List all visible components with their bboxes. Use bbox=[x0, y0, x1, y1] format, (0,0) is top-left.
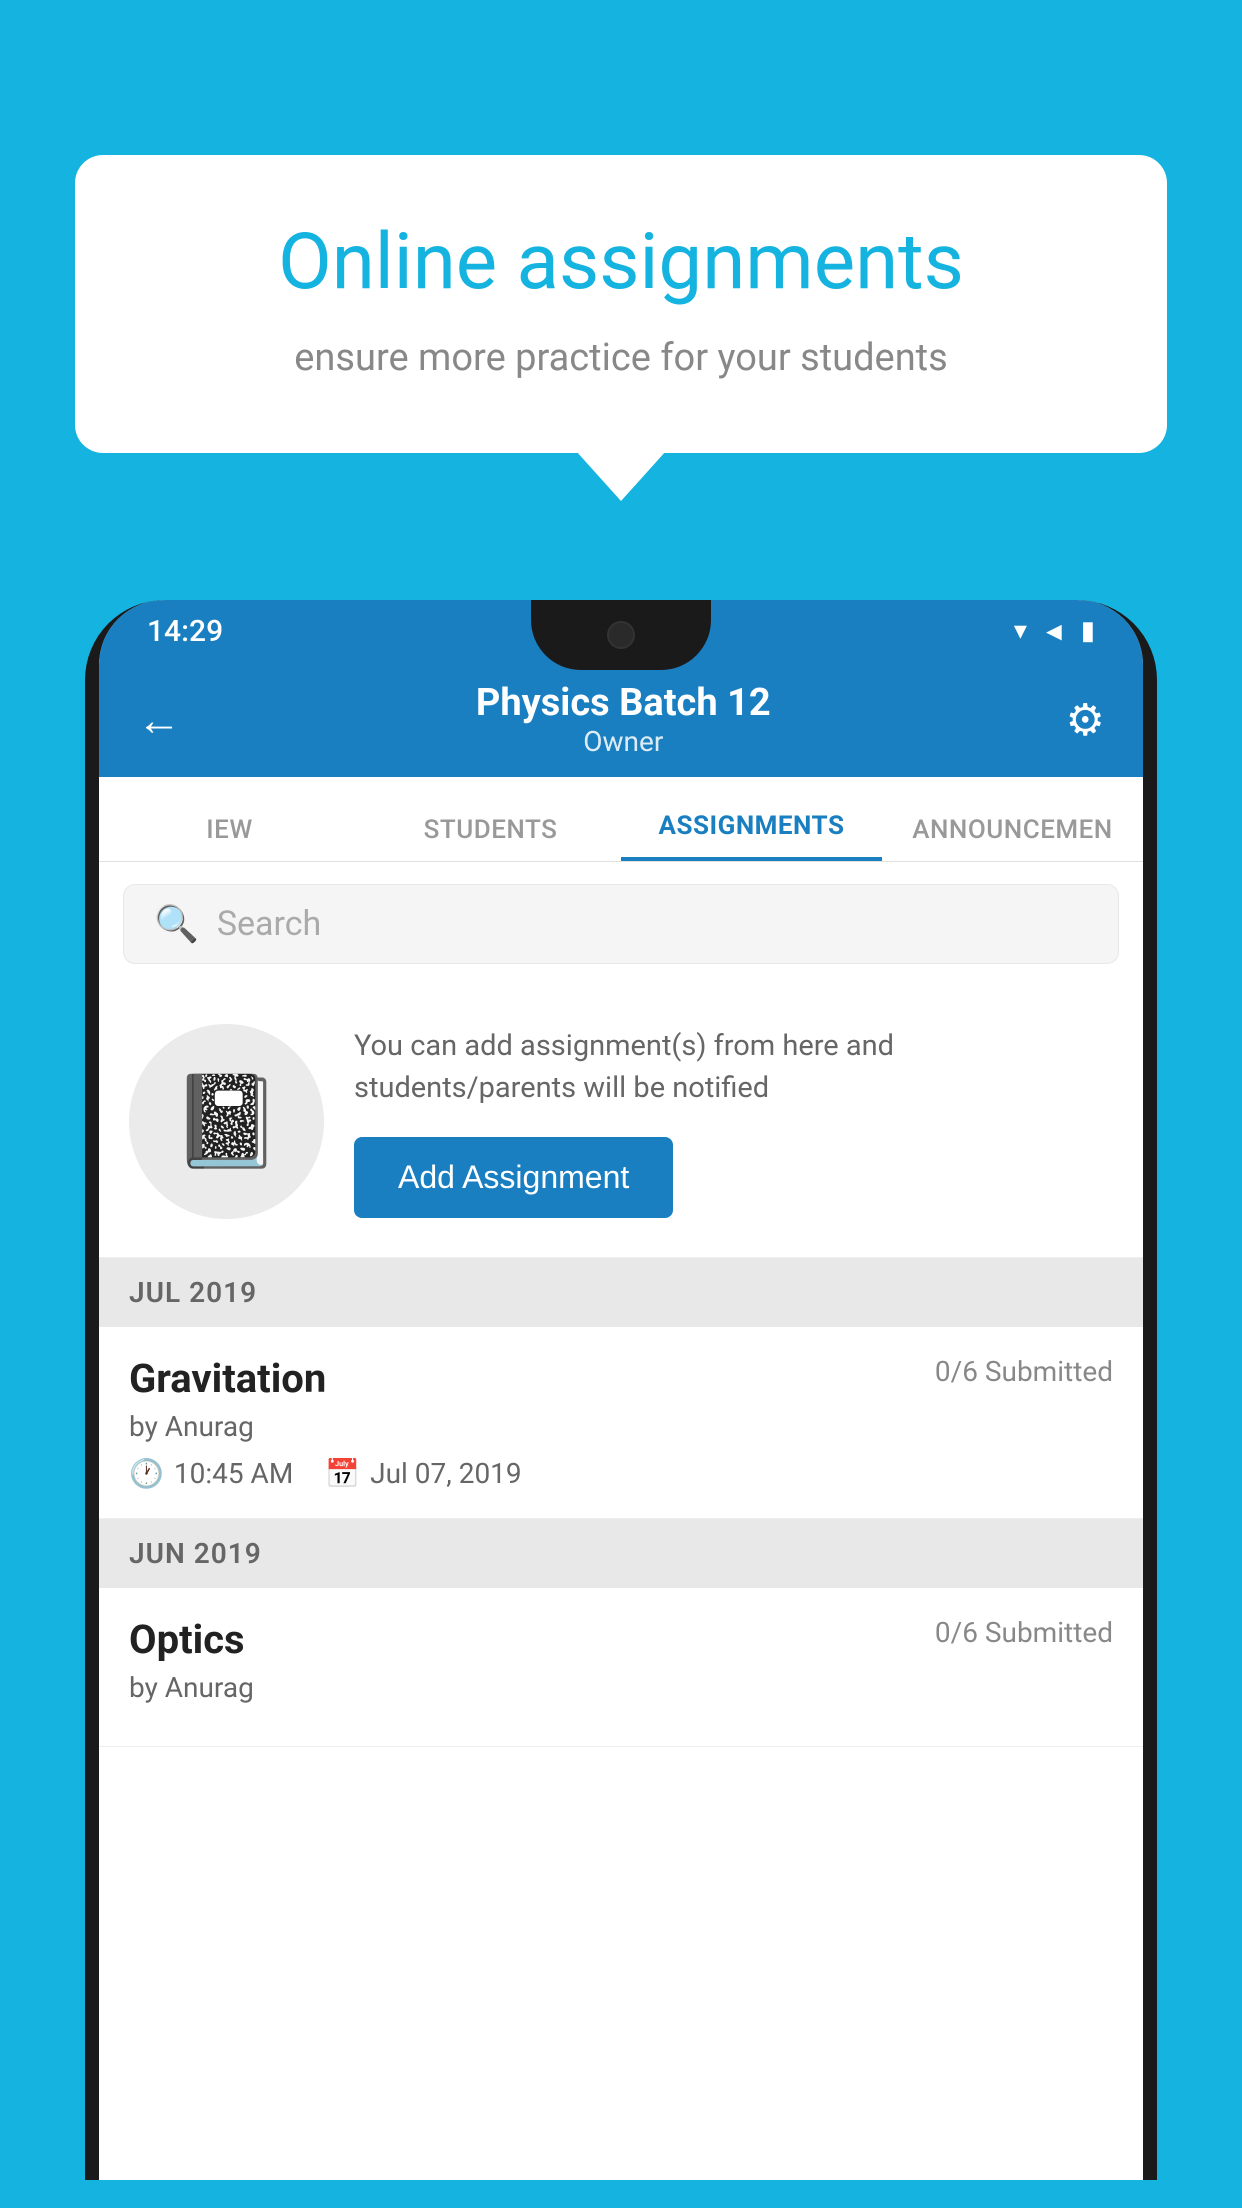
tab-announcements[interactable]: ANNOUNCEMEN bbox=[882, 777, 1143, 861]
section-month-jul: JUL 2019 bbox=[129, 1276, 257, 1309]
promo-text-block: You can add assignment(s) from here and … bbox=[354, 1025, 1113, 1218]
header-title: Physics Batch 12 bbox=[181, 681, 1066, 725]
assignment-title-gravitation: Gravitation bbox=[129, 1355, 326, 1402]
tab-iew[interactable]: IEW bbox=[99, 777, 360, 861]
speech-bubble-title: Online assignments bbox=[155, 220, 1087, 306]
search-bar[interactable]: 🔍 Search bbox=[123, 884, 1119, 964]
assignment-title-optics: Optics bbox=[129, 1616, 245, 1663]
assignment-author-optics: by Anurag bbox=[129, 1671, 1113, 1704]
search-bar-container: 🔍 Search bbox=[99, 862, 1143, 986]
speech-bubble-container: Online assignments ensure more practice … bbox=[75, 155, 1167, 453]
assignment-submitted-gravitation: 0/6 Submitted bbox=[935, 1355, 1113, 1388]
assignment-time-value: 10:45 AM bbox=[174, 1457, 293, 1490]
promo-section: 📓 You can add assignment(s) from here an… bbox=[99, 986, 1143, 1258]
back-button[interactable]: ← bbox=[137, 694, 181, 746]
assignment-date-value: Jul 07, 2019 bbox=[370, 1457, 522, 1490]
header-title-block: Physics Batch 12 Owner bbox=[181, 681, 1066, 758]
speech-bubble-subtitle: ensure more practice for your students bbox=[155, 334, 1087, 383]
assignment-row-top-optics: Optics 0/6 Submitted bbox=[129, 1616, 1113, 1663]
add-assignment-button[interactable]: Add Assignment bbox=[354, 1137, 673, 1218]
assignment-time-gravitation: 🕐 10:45 AM bbox=[129, 1457, 293, 1490]
settings-icon[interactable]: ⚙ bbox=[1066, 694, 1105, 746]
tab-assignments[interactable]: ASSIGNMENTS bbox=[621, 777, 882, 861]
status-icons: ▾ ◄ ▮ bbox=[1014, 616, 1095, 647]
signal-icon: ◄ bbox=[1041, 616, 1067, 647]
screen-content: 🔍 Search 📓 You can add assignment(s) fro… bbox=[99, 862, 1143, 1747]
assignment-author-gravitation: by Anurag bbox=[129, 1410, 1113, 1443]
clock-icon: 🕐 bbox=[129, 1457, 164, 1490]
assignment-row-top: Gravitation 0/6 Submitted bbox=[129, 1355, 1113, 1402]
status-time: 14:29 bbox=[147, 614, 223, 649]
tabs-container: IEW STUDENTS ASSIGNMENTS ANNOUNCEMEN bbox=[99, 777, 1143, 862]
section-month-jun: JUN 2019 bbox=[129, 1537, 262, 1570]
section-header-jun: JUN 2019 bbox=[99, 1519, 1143, 1588]
search-placeholder: Search bbox=[217, 904, 321, 944]
search-icon: 🔍 bbox=[154, 903, 199, 945]
section-header-jul: JUL 2019 bbox=[99, 1258, 1143, 1327]
assignment-meta-gravitation: 🕐 10:45 AM 📅 Jul 07, 2019 bbox=[129, 1457, 1113, 1490]
calendar-icon: 📅 bbox=[325, 1457, 360, 1490]
phone-frame: 14:29 ▾ ◄ ▮ ← Physics Batch 12 Owner ⚙ I… bbox=[85, 600, 1157, 2180]
assignment-submitted-optics: 0/6 Submitted bbox=[935, 1616, 1113, 1649]
phone-container: 14:29 ▾ ◄ ▮ ← Physics Batch 12 Owner ⚙ I… bbox=[85, 600, 1157, 2208]
notebook-icon: 📓 bbox=[170, 1069, 282, 1174]
phone-notch bbox=[531, 600, 711, 670]
header-subtitle: Owner bbox=[181, 725, 1066, 758]
phone-screen: 14:29 ▾ ◄ ▮ ← Physics Batch 12 Owner ⚙ I… bbox=[99, 600, 1143, 2180]
promo-icon-circle: 📓 bbox=[129, 1024, 324, 1219]
assignment-item-gravitation[interactable]: Gravitation 0/6 Submitted by Anurag 🕐 10… bbox=[99, 1327, 1143, 1519]
tab-students[interactable]: STUDENTS bbox=[360, 777, 621, 861]
battery-icon: ▮ bbox=[1081, 616, 1095, 646]
wifi-icon: ▾ bbox=[1014, 616, 1027, 646]
camera-notch bbox=[607, 621, 635, 649]
assignment-item-optics[interactable]: Optics 0/6 Submitted by Anurag bbox=[99, 1588, 1143, 1747]
app-header: ← Physics Batch 12 Owner ⚙ bbox=[99, 662, 1143, 777]
promo-description: You can add assignment(s) from here and … bbox=[354, 1025, 1113, 1109]
assignment-date-gravitation: 📅 Jul 07, 2019 bbox=[325, 1457, 521, 1490]
speech-bubble-tail bbox=[576, 451, 666, 501]
speech-bubble: Online assignments ensure more practice … bbox=[75, 155, 1167, 453]
